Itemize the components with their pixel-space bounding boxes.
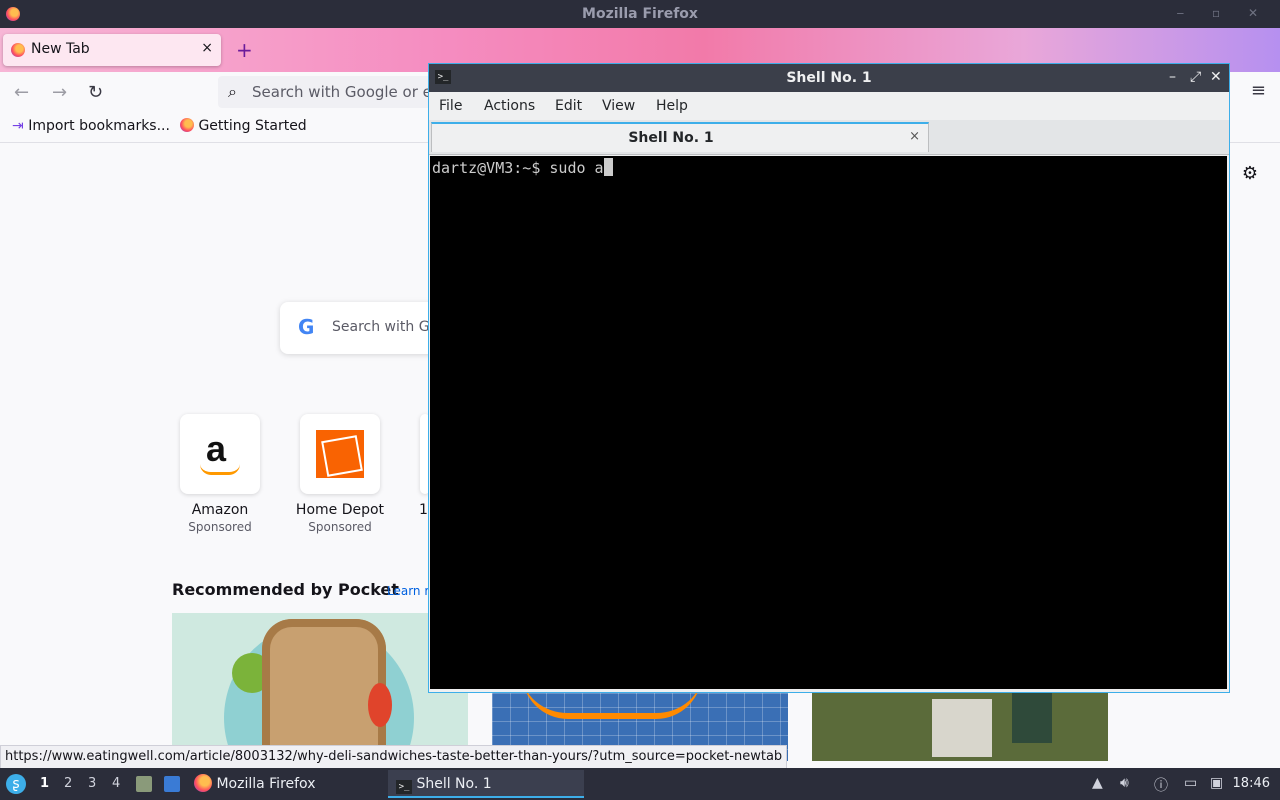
task-firefox[interactable]: Mozilla Firefox [194, 770, 384, 798]
top-site-amazon[interactable]: a [180, 414, 260, 494]
task-firefox-label: Mozilla Firefox [216, 776, 316, 792]
tab-label: New Tab [31, 41, 90, 57]
tray-arrow-icon[interactable]: ▲ [1092, 775, 1103, 791]
gear-icon[interactable]: ⚙ [1242, 163, 1258, 184]
pocket-learn-more-link[interactable]: Learn r [387, 584, 429, 598]
terminal-tab-close-icon[interactable]: × [909, 129, 920, 144]
top-site-partial-label: 1 [419, 502, 428, 518]
top-site-sponsored: Sponsored [188, 520, 252, 534]
amazon-smile-icon [200, 464, 240, 475]
clock: 18:46 [1232, 776, 1270, 791]
workspace-4[interactable]: 4 [112, 776, 120, 791]
firefox-tab-icon [11, 43, 25, 57]
clipboard-icon[interactable]: ▭ [1184, 775, 1197, 791]
google-icon: G [298, 315, 315, 339]
tab-new-tab[interactable]: New Tab × [3, 34, 221, 66]
back-arrow-icon[interactable]: ← [14, 82, 29, 103]
top-site-name: Home Depot [295, 502, 385, 518]
task-shell-label: Shell No. 1 [416, 776, 492, 792]
pocket-heading: Recommended by Pocket [172, 580, 399, 599]
bookmark-import-label: Import bookmarks... [28, 118, 170, 134]
hamburger-menu-icon[interactable]: ≡ [1251, 80, 1266, 101]
terminal-window: >_ Shell No. 1 – ⤢ ✕ File Actions Edit V… [428, 63, 1230, 693]
top-site-sponsored: Sponsored [308, 520, 372, 534]
display-icon[interactable]: ▣ [1210, 775, 1223, 791]
terminal-task-icon: >_ [396, 780, 412, 794]
window-title: Mozilla Firefox [582, 6, 698, 22]
volume-icon[interactable]: 🔊︎ [1120, 775, 1129, 791]
bookmark-getting-started[interactable]: Getting Started [180, 118, 307, 134]
desktop-icon[interactable] [164, 776, 180, 792]
terminal-tab-label: Shell No. 1 [628, 130, 714, 146]
tab-shell-1[interactable]: Shell No. 1 × [431, 122, 929, 152]
menu-help[interactable]: Help [656, 98, 688, 114]
firefox-bookmark-icon [180, 118, 194, 132]
terminal-window-title: Shell No. 1 [786, 70, 872, 86]
reload-icon[interactable]: ↻ [88, 82, 103, 103]
url-bar-placeholder: Search with Google or en [252, 83, 442, 101]
status-url-tooltip: https://www.eatingwell.com/article/80031… [0, 745, 788, 769]
terminal-console[interactable]: dartz@VM3:~$ sudo a [430, 156, 1227, 689]
window-controls[interactable]: ‒ ▫ ✕ [1177, 6, 1270, 20]
tab-close-icon[interactable]: × [201, 40, 213, 56]
text-cursor [603, 158, 613, 176]
task-shell[interactable]: >_ Shell No. 1 [388, 770, 584, 798]
terminal-prompt-line: dartz@VM3:~$ sudo a [432, 158, 613, 177]
firefox-titlebar: Mozilla Firefox ‒ ▫ ✕ [0, 0, 1280, 28]
bookmark-import[interactable]: ⇥ Import bookmarks... [12, 118, 170, 134]
start-menu-icon[interactable]: ʂ [6, 774, 26, 794]
newtab-search-placeholder: Search with G [332, 319, 430, 335]
terminal-tabbar: Shell No. 1 × [429, 120, 1229, 155]
terminal-menubar: File Actions Edit View Help [429, 92, 1229, 120]
top-site-home-depot[interactable] [300, 414, 380, 494]
url-bar[interactable]: ⌕ Search with Google or en [218, 76, 458, 108]
menu-view[interactable]: View [602, 98, 635, 114]
minimize-icon[interactable]: – [1169, 69, 1176, 85]
notification-icon[interactable]: ⓘ [1154, 775, 1168, 795]
top-site-name: Amazon [191, 502, 249, 518]
pocket-card-park[interactable] [812, 693, 1108, 761]
new-tab-button[interactable]: + [236, 38, 253, 62]
search-icon: ⌕ [228, 82, 237, 101]
workspace-3[interactable]: 3 [88, 776, 96, 791]
menu-actions[interactable]: Actions [484, 98, 535, 114]
terminal-titlebar[interactable]: >_ Shell No. 1 – ⤢ ✕ [429, 64, 1229, 92]
import-icon: ⇥ [12, 118, 24, 134]
park-image [932, 699, 992, 757]
maximize-icon[interactable]: ⤢ [1190, 69, 1201, 85]
file-manager-icon[interactable] [136, 776, 152, 792]
menu-edit[interactable]: Edit [555, 98, 582, 114]
close-icon[interactable]: ✕ [1210, 69, 1222, 85]
bookmark-getting-started-label: Getting Started [198, 118, 307, 134]
terminal-command: dartz@VM3:~$ sudo a [432, 159, 604, 177]
taskbar: ʂ 1 2 3 4 Mozilla Firefox >_ Shell No. 1… [0, 768, 1280, 800]
menu-file[interactable]: File [439, 98, 462, 114]
firefox-task-icon [194, 774, 212, 792]
forward-arrow-icon[interactable]: → [52, 82, 67, 103]
workspace-2[interactable]: 2 [64, 776, 72, 791]
home-depot-logo-icon [316, 430, 364, 478]
workspace-1[interactable]: 1 [40, 776, 49, 791]
